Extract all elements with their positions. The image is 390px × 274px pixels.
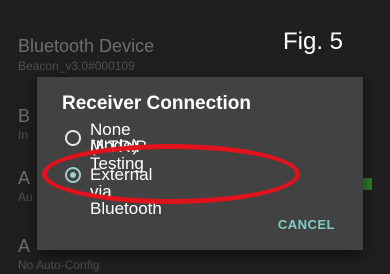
setting-subtitle: Au bbox=[18, 190, 33, 204]
setting-subtitle: Beacon_v3.0#000109 bbox=[18, 59, 135, 73]
receiver-connection-dialog: Receiver Connection None (NTRIP Testing … bbox=[37, 77, 363, 250]
setting-title: A bbox=[18, 236, 31, 256]
setting-subtitle: No Auto-Config bbox=[18, 258, 100, 272]
radio-checked-icon[interactable] bbox=[65, 167, 81, 183]
setting-subtitle: In bbox=[18, 128, 29, 142]
setting-title: A bbox=[18, 168, 31, 188]
setting-title: B bbox=[18, 106, 31, 126]
option-label-line2: Mode) bbox=[90, 136, 139, 155]
option-label: External via Bluetooth bbox=[90, 165, 162, 218]
cancel-button[interactable]: CANCEL bbox=[278, 217, 335, 232]
radio-unchecked-icon[interactable] bbox=[65, 130, 81, 146]
figure-label: Fig. 5 bbox=[283, 28, 344, 55]
setting-title: Bluetooth Device bbox=[18, 36, 155, 56]
dialog-title: Receiver Connection bbox=[62, 93, 251, 114]
